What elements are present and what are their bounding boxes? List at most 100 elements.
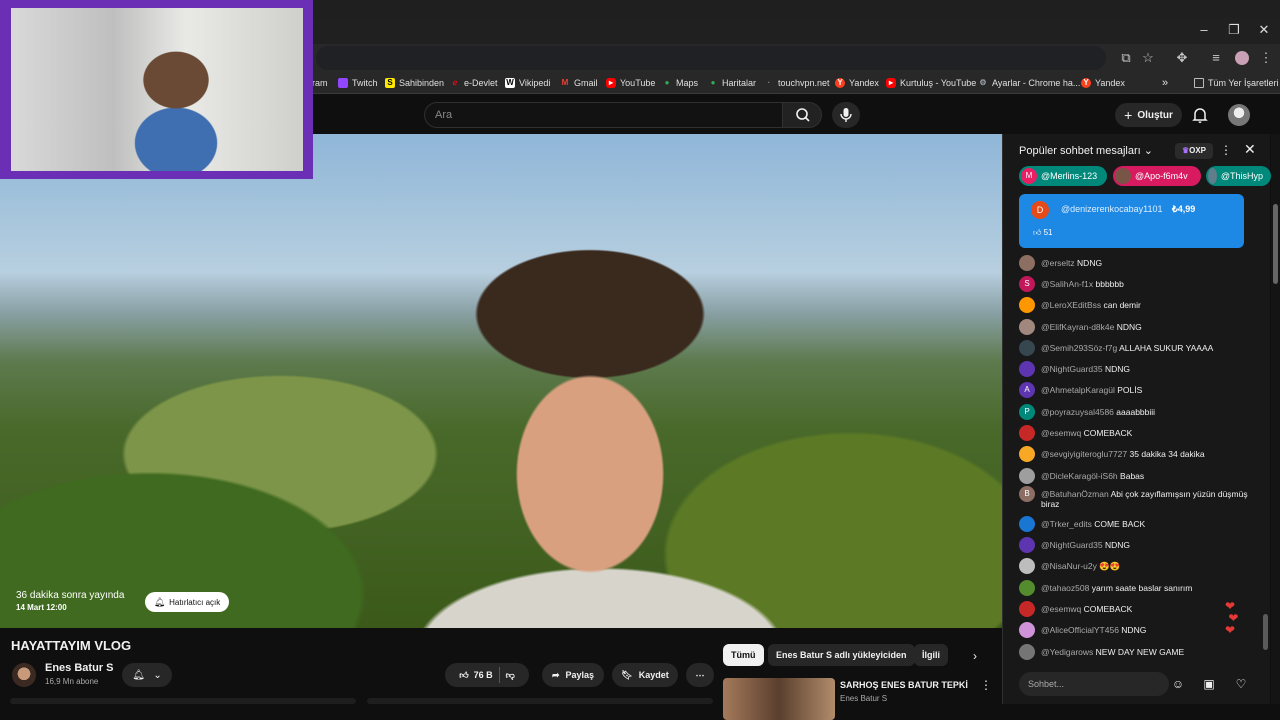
- bookmark-item[interactable]: S Sahibinden: [385, 72, 444, 94]
- chat-author[interactable]: @SalihAn-f1x: [1041, 279, 1093, 289]
- chip-all[interactable]: Tümü: [723, 644, 764, 666]
- chat-message[interactable]: @NisaNur-u2y 😍😍: [1019, 558, 1249, 574]
- chrome-menu-icon[interactable]: ⋮: [1256, 48, 1276, 68]
- subscription-bell-button[interactable]: 🔔︎ ⌄: [122, 663, 172, 687]
- chat-author[interactable]: @sevgiyigiteroglu7727: [1041, 449, 1127, 459]
- pinned-chip[interactable]: @ThisHyp: [1206, 166, 1271, 186]
- close-window-icon[interactable]: ✕: [1248, 18, 1280, 42]
- chevron-right-icon[interactable]: ›: [966, 648, 984, 664]
- notifications-button[interactable]: [1190, 105, 1210, 125]
- account-avatar[interactable]: [1228, 104, 1250, 126]
- chat-message[interactable]: @tahaoz508 yarım saate baslar sanırım: [1019, 580, 1249, 596]
- chat-author[interactable]: @Yedigarows: [1041, 647, 1093, 657]
- chat-message[interactable]: @AliceOfficialYT456 NDNG: [1019, 622, 1249, 638]
- chat-message[interactable]: B @BatuhanÖzman Abi çok zayıflamışsın yüz…: [1019, 486, 1249, 509]
- search-input[interactable]: Ara: [424, 102, 782, 128]
- bookmarks-overflow-button[interactable]: »: [1162, 72, 1168, 94]
- chat-author[interactable]: @ElifKayran-d8k4e: [1041, 322, 1114, 332]
- chat-message[interactable]: @esemwq COMEBACK: [1019, 425, 1249, 441]
- chat-message[interactable]: @ElifKayran-d8k4e NDNG: [1019, 319, 1249, 335]
- chat-author[interactable]: @poyrazuysal4586: [1041, 407, 1114, 417]
- heart-icon[interactable]: ♡: [1232, 675, 1250, 693]
- pinned-chip[interactable]: M @Merlins-123: [1019, 166, 1107, 186]
- chat-message[interactable]: @NightGuard35 NDNG: [1019, 537, 1249, 553]
- voice-search-button[interactable]: [832, 102, 860, 128]
- super-chat-message[interactable]: D @denizerenkocabay1101 ₺4,99 👍︎ 51: [1019, 194, 1244, 248]
- oxp-badge[interactable]: ♛OXP: [1175, 143, 1213, 159]
- chat-author[interactable]: @BatuhanÖzman: [1041, 489, 1109, 499]
- description-box[interactable]: [10, 698, 356, 704]
- address-bar[interactable]: [316, 46, 1106, 70]
- star-icon[interactable]: ☆: [1138, 48, 1158, 68]
- bookmark-item[interactable]: ▸ YouTube: [606, 72, 655, 94]
- profile-icon[interactable]: [1232, 48, 1252, 68]
- chat-message[interactable]: @esemwq COMEBACK: [1019, 601, 1249, 617]
- channel-name[interactable]: Enes Batur S: [45, 662, 113, 674]
- chat-message[interactable]: S @SalihAn-f1x bbbbbb: [1019, 276, 1249, 292]
- recommendation-title[interactable]: SARHOŞ ENES BATUR TEPKİ: [840, 680, 968, 690]
- recommendation-thumbnail[interactable]: [723, 678, 835, 720]
- close-icon[interactable]: ✕: [1244, 141, 1256, 158]
- chat-author[interactable]: @NightGuard35: [1041, 540, 1103, 550]
- chat-scrollbar[interactable]: [1263, 614, 1268, 650]
- bookmark-item[interactable]: ram: [312, 72, 328, 94]
- scrollbar-thumb[interactable]: [1273, 204, 1278, 284]
- chat-author[interactable]: @AhmetalpKaragül: [1041, 385, 1115, 395]
- chat-author[interactable]: @esemwq: [1041, 604, 1081, 614]
- chat-author[interactable]: @LeroXEditBss: [1041, 300, 1101, 310]
- bookmark-item[interactable]: ● Haritalar: [708, 72, 756, 94]
- chat-message[interactable]: @Semih293Söz-f7g ALLAHA SUKUR YAAAA: [1019, 340, 1249, 356]
- chat-message[interactable]: @LeroXEditBss can demir: [1019, 297, 1249, 313]
- extensions-icon[interactable]: ✥: [1172, 48, 1192, 68]
- dislike-button[interactable]: 👎︎: [506, 670, 515, 681]
- bookmark-item[interactable]: W Vikipedi: [505, 72, 550, 94]
- chip-from-uploader[interactable]: Enes Batur S adlı yükleyiciden: [768, 644, 915, 666]
- chat-menu-icon[interactable]: ⋮: [1220, 143, 1232, 157]
- bookmark-item[interactable]: Y Yandex: [1081, 72, 1125, 94]
- create-button[interactable]: + Oluştur: [1115, 103, 1182, 127]
- recommendation-channel[interactable]: Enes Batur S: [840, 694, 887, 703]
- save-button[interactable]: 🔖︎ Kaydet: [612, 663, 678, 687]
- bookmark-item[interactable]: ▸ Kurtuluş - YouTube: [886, 72, 976, 94]
- bookmark-item[interactable]: · touchvpn.net: [764, 72, 830, 94]
- cast-icon[interactable]: ⧉: [1116, 48, 1136, 68]
- media-icon[interactable]: ≡: [1206, 48, 1226, 68]
- chat-author[interactable]: @Trker_edits: [1041, 519, 1092, 529]
- more-actions-button[interactable]: ⋯: [686, 663, 714, 687]
- chat-mode-dropdown[interactable]: Popüler sohbet mesajları ⌄: [1019, 144, 1153, 157]
- recommendation-menu-icon[interactable]: ⋮: [980, 678, 992, 692]
- chip-related[interactable]: İlgili: [914, 644, 948, 666]
- chat-message[interactable]: A @AhmetalpKaragül POLİS: [1019, 382, 1249, 398]
- all-bookmarks-folder[interactable]: Tüm Yer İşaretleri: [1194, 72, 1279, 94]
- bookmark-item[interactable]: ℯ e-Devlet: [450, 72, 498, 94]
- description-box[interactable]: [367, 698, 713, 704]
- chat-message[interactable]: @sevgiyigiteroglu7727 35 dakika 34 dakik…: [1019, 446, 1249, 462]
- chat-author[interactable]: @NisaNur-u2y: [1041, 561, 1097, 571]
- video-player[interactable]: 36 dakika sonra yayında 14 Mart 12:00 🔔︎…: [0, 134, 1002, 628]
- minimize-icon[interactable]: –: [1188, 18, 1220, 42]
- share-button[interactable]: ➦ Paylaş: [542, 663, 604, 687]
- chat-author[interactable]: @tahaoz508: [1041, 583, 1089, 593]
- chat-message[interactable]: P @poyrazuysal4586 aaaabbbiii: [1019, 404, 1249, 420]
- chat-message[interactable]: @Trker_edits COME BACK: [1019, 516, 1249, 532]
- bookmark-item[interactable]: M Gmail: [560, 72, 598, 94]
- emoji-icon[interactable]: ☺: [1169, 675, 1187, 693]
- chat-message[interactable]: @Yedigarows NEW DAY NEW GAME: [1019, 644, 1249, 660]
- maximize-icon[interactable]: ❐: [1218, 18, 1250, 42]
- chat-input[interactable]: Sohbet...: [1019, 672, 1169, 696]
- chat-author[interactable]: @NightGuard35: [1041, 364, 1103, 374]
- chat-message[interactable]: @NightGuard35 NDNG: [1019, 361, 1249, 377]
- like-button[interactable]: 👍︎ 76 B: [459, 670, 492, 681]
- pinned-chip[interactable]: @Apo-f6m4v: [1113, 166, 1201, 186]
- chat-author[interactable]: @DicleKaragöl-iS6h: [1041, 471, 1118, 481]
- chat-author[interactable]: @erseltz: [1041, 258, 1075, 268]
- super-chat-likes[interactable]: 👍︎ 51: [1033, 228, 1053, 238]
- bookmark-item[interactable]: ⚙ Ayarlar - Chrome ha...: [978, 72, 1080, 94]
- chat-author[interactable]: @AliceOfficialYT456: [1041, 625, 1119, 635]
- chat-author[interactable]: @esemwq: [1041, 428, 1081, 438]
- search-button[interactable]: [782, 102, 822, 128]
- super-chat-icon[interactable]: ▣: [1200, 675, 1218, 693]
- bookmark-item[interactable]: Y Yandex: [835, 72, 879, 94]
- channel-avatar[interactable]: [12, 663, 36, 687]
- bookmark-item[interactable]: Twitch: [338, 72, 378, 94]
